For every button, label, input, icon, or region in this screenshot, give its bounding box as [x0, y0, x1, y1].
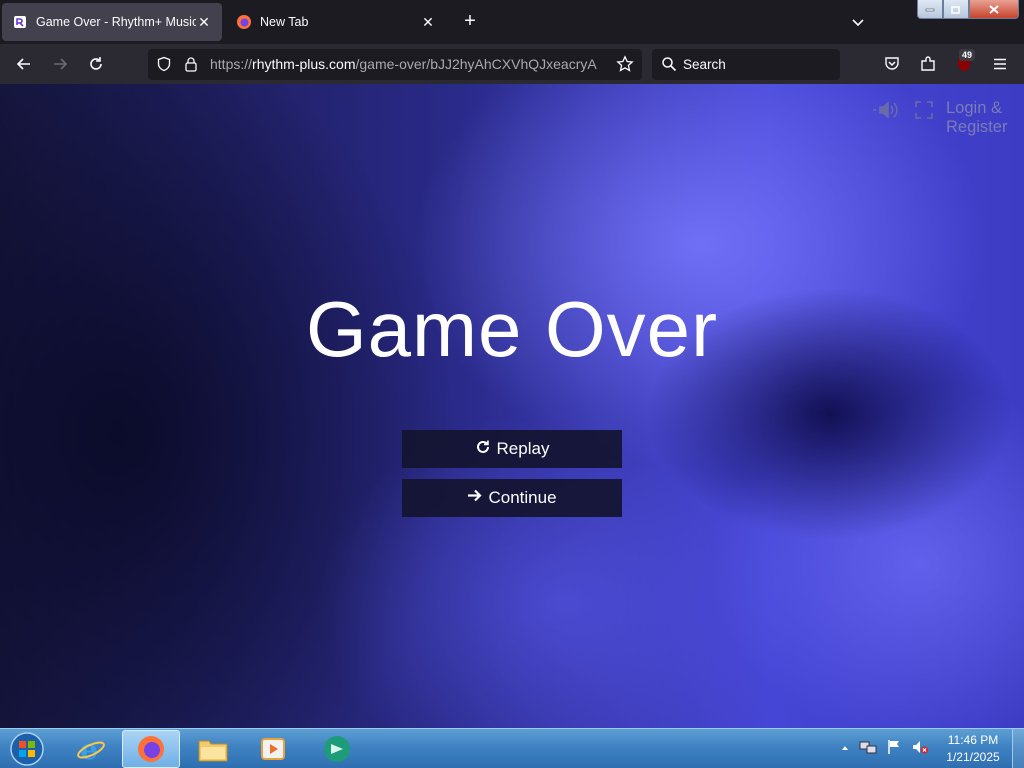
url-text[interactable]: https://rhythm-plus.com/game-over/bJJ2hy… [210, 56, 600, 72]
internet-explorer-icon[interactable]: e [62, 730, 120, 768]
back-arrow-icon[interactable] [10, 50, 38, 78]
top-right-controls: Login & Register [870, 99, 1010, 137]
search-icon [661, 56, 677, 77]
volume-muted-icon[interactable] [911, 739, 929, 760]
system-tray [840, 729, 929, 768]
network-icon[interactable] [859, 739, 877, 760]
hamburger-menu-icon[interactable] [986, 50, 1014, 78]
extensions-puzzle-icon[interactable] [914, 50, 942, 78]
windows-taskbar: e 11:46 PM 1/21/2025 [0, 728, 1024, 768]
rhythm-plus-favicon-icon [12, 14, 28, 30]
show-hidden-icons-chevron-up-icon[interactable] [840, 740, 850, 758]
forward-arrow-icon[interactable] [46, 50, 74, 78]
shield-icon[interactable] [156, 56, 172, 77]
firefox-icon [236, 14, 252, 30]
fullscreen-icon[interactable] [912, 99, 936, 121]
url-bar[interactable]: https://rhythm-plus.com/game-over/bJJ2hy… [148, 49, 642, 80]
continue-button[interactable]: Continue [402, 479, 622, 517]
restore-icon[interactable] [943, 0, 969, 19]
login-link-line1: Login & [946, 99, 1002, 117]
search-placeholder: Search [683, 57, 726, 72]
new-tab-plus-icon[interactable]: + [458, 10, 482, 34]
lock-icon[interactable] [184, 56, 198, 77]
volume-icon[interactable] [870, 99, 902, 121]
pocket-icon[interactable] [878, 50, 906, 78]
green-app-icon[interactable] [308, 730, 366, 768]
show-desktop-button[interactable] [1012, 729, 1024, 768]
login-register-link[interactable]: Login & Register [946, 99, 1010, 137]
tab-close-icon[interactable]: ✕ [420, 14, 436, 30]
url-scheme: https:// [210, 56, 253, 72]
start-button-windows-icon[interactable] [6, 731, 48, 767]
bookmark-star-icon[interactable] [616, 55, 634, 78]
list-all-tabs-chevron-down-icon[interactable] [846, 10, 870, 34]
extension-badge-count: 49 [959, 49, 976, 61]
tab-title: New Tab [260, 15, 309, 29]
close-window-icon[interactable] [969, 0, 1019, 19]
tab-title: Game Over - Rhythm+ Music Game [36, 15, 196, 29]
tab-close-icon[interactable]: ✕ [196, 14, 212, 30]
clock-time: 11:46 PM [947, 733, 999, 747]
taskbar-clock[interactable]: 11:46 PM 1/21/2025 [940, 732, 1006, 766]
minimize-icon[interactable] [917, 0, 943, 19]
clock-date: 1/21/2025 [946, 750, 1000, 764]
tab-strip: Game Over - Rhythm+ Music Game ✕ New Tab… [0, 0, 1024, 44]
firefox-taskbar-icon[interactable] [122, 730, 180, 768]
login-link-line2: Register [946, 118, 1008, 136]
replay-label: Replay [496, 439, 550, 458]
window-controls [917, 0, 1022, 19]
arrow-right-icon [467, 488, 483, 508]
action-center-flag-icon[interactable] [886, 739, 902, 760]
file-explorer-folder-icon[interactable] [184, 730, 242, 768]
reload-icon[interactable] [82, 50, 110, 78]
media-player-icon[interactable] [244, 730, 302, 768]
search-bar[interactable]: Search [652, 49, 840, 80]
game-over-page: Login & Register Game Over Replay Contin… [0, 84, 1024, 728]
url-host: rhythm-plus.com [252, 56, 356, 72]
continue-label: Continue [488, 488, 557, 507]
tab-game-over[interactable]: Game Over - Rhythm+ Music Game ✕ [2, 3, 222, 41]
navigation-toolbar: https://rhythm-plus.com/game-over/bJJ2hy… [0, 44, 1024, 84]
game-over-heading: Game Over [305, 285, 719, 373]
redo-icon [475, 439, 491, 460]
tab-new-tab[interactable]: New Tab ✕ [226, 3, 446, 41]
url-path: /game-over/bJJ2hyAhCXVhQJxeacryA [355, 56, 597, 72]
replay-button[interactable]: Replay [402, 430, 622, 468]
